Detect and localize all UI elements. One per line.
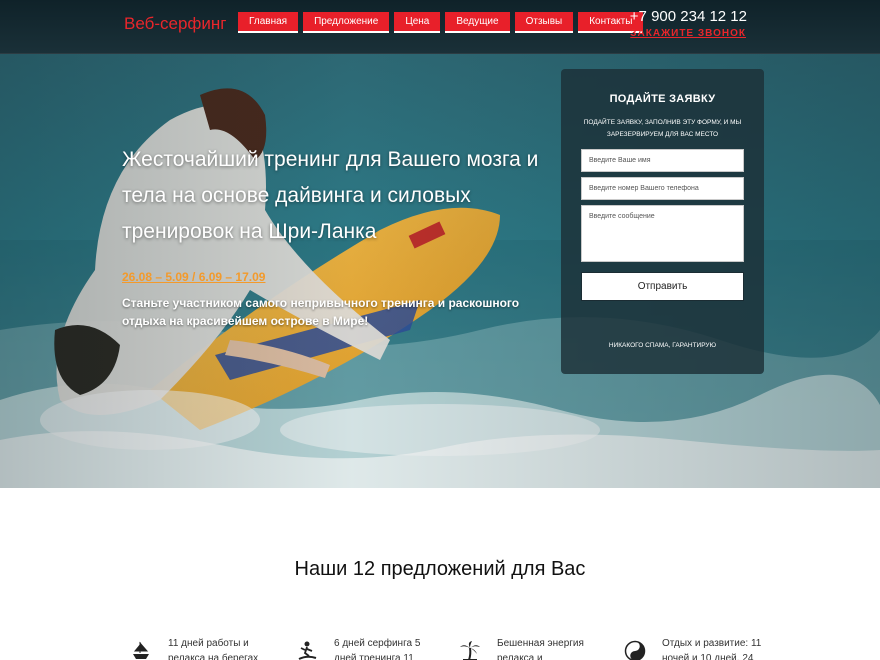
feature-text: Бешенная энергия релакса и bbox=[497, 638, 584, 660]
hero-dates-link[interactable]: 26.08 – 5.09 / 6.09 – 17.09 bbox=[122, 270, 265, 284]
offers-title: Наши 12 предложений для Вас bbox=[294, 558, 586, 580]
site-header: Веб-серфинг Главная Предложение Цена Вед… bbox=[0, 0, 880, 54]
feature-text: Отдых и развитие: 11 ночей и 10 дней, 24 bbox=[662, 638, 762, 660]
form-title: ПОДАЙТЕ ЗАЯВКУ bbox=[609, 93, 716, 105]
nav-offer[interactable]: Предложение bbox=[303, 12, 390, 33]
main-nav: Главная Предложение Цена Ведущие Отзывы … bbox=[238, 12, 644, 33]
palm-icon bbox=[460, 641, 480, 660]
header-phone: +7 900 234 12 12 bbox=[629, 8, 747, 25]
nav-price[interactable]: Цена bbox=[394, 12, 441, 33]
feature-text: 11 дней работы и релакса на берегах bbox=[168, 638, 259, 660]
phone-input[interactable] bbox=[581, 177, 744, 200]
hero-title: Жесточайший тренинг для Вашего мозга и т… bbox=[122, 148, 539, 243]
yin-yang-icon bbox=[624, 640, 646, 660]
submit-button[interactable]: Отправить bbox=[581, 272, 744, 301]
form-description: ПОДАЙТЕ ЗАЯВКУ, ЗАПОЛНИВ ЭТУ ФОРМУ, И МЫ… bbox=[583, 119, 742, 138]
callback-link[interactable]: ЗАКАЖИТЕ ЗВОНОК bbox=[596, 28, 746, 39]
surfer-icon bbox=[298, 641, 317, 660]
feature-text: 6 дней серфинга 5 дней тренинга 11 bbox=[334, 638, 421, 660]
site-logo[interactable]: Веб-серфинг bbox=[124, 14, 226, 34]
message-textarea[interactable] bbox=[581, 205, 744, 262]
name-input[interactable] bbox=[581, 149, 744, 172]
form-no-spam-note: НИКАКОГО СПАМА, ГАРАНТИРУЮ bbox=[608, 342, 717, 349]
nav-home[interactable]: Главная bbox=[238, 12, 299, 33]
hero-subtitle: Станьте участником самого непривычного т… bbox=[122, 296, 520, 328]
request-form-panel: ПОДАЙТЕ ЗАЯВКУ ПОДАЙТЕ ЗАЯВКУ, ЗАПОЛНИВ … bbox=[561, 69, 764, 374]
nav-hosts[interactable]: Ведущие bbox=[445, 12, 510, 33]
nav-reviews[interactable]: Отзывы bbox=[514, 12, 574, 33]
ship-icon bbox=[133, 641, 149, 659]
